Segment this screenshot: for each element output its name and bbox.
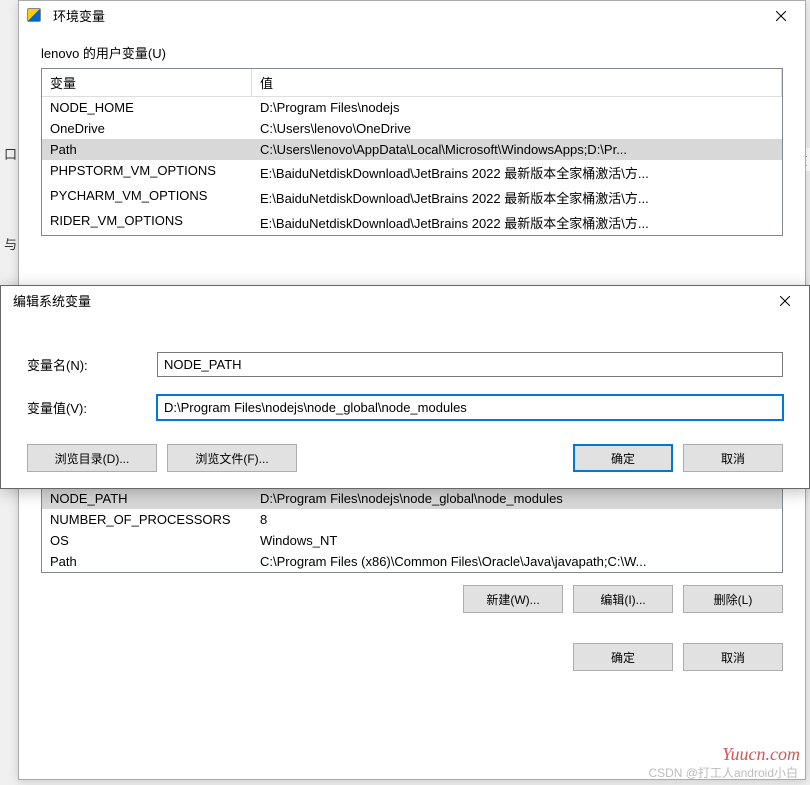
cell-value: E:\BaiduNetdiskDownload\JetBrains 2022 最… (252, 213, 782, 232)
column-header-value[interactable]: 值 (252, 69, 782, 96)
cancel-button[interactable]: 取消 (683, 643, 783, 671)
cell-value: 8 (252, 512, 782, 527)
cell-value: C:\Users\lenovo\OneDrive (252, 121, 782, 136)
cell-value: E:\BaiduNetdiskDownload\JetBrains 2022 最… (252, 188, 782, 207)
table-row[interactable]: NODE_PATHD:\Program Files\nodejs\node_gl… (42, 488, 782, 509)
column-header-variable[interactable]: 变量 (42, 69, 252, 96)
variable-value-input[interactable] (157, 395, 783, 420)
cell-variable: OneDrive (42, 121, 252, 136)
table-row[interactable]: OneDriveC:\Users\lenovo\OneDrive (42, 118, 782, 139)
cancel-button[interactable]: 取消 (683, 444, 783, 472)
delete-button[interactable]: 删除(L) (683, 585, 783, 613)
cell-variable: NUMBER_OF_PROCESSORS (42, 512, 252, 527)
browse-dir-button[interactable]: 浏览目录(D)... (27, 444, 157, 472)
edit-button[interactable]: 编辑(I)... (573, 585, 673, 613)
edit-dialog-title: 编辑系统变量 (9, 291, 765, 310)
table-row[interactable]: PathC:\Program Files (x86)\Common Files\… (42, 551, 782, 572)
variable-name-input[interactable] (157, 352, 783, 377)
cell-variable: NODE_PATH (42, 491, 252, 506)
ok-button[interactable]: 确定 (573, 643, 673, 671)
new-button[interactable]: 新建(W)... (463, 585, 563, 613)
cell-value: E:\BaiduNetdiskDownload\JetBrains 2022 最… (252, 163, 782, 182)
table-row[interactable]: NODE_HOMED:\Program Files\nodejs (42, 97, 782, 118)
table-row[interactable]: RIDER_VM_OPTIONSE:\BaiduNetdiskDownload\… (42, 210, 782, 235)
user-vars-listbox[interactable]: 变量 值 NODE_HOMED:\Program Files\nodejsOne… (42, 69, 782, 235)
browse-file-button[interactable]: 浏览文件(F)... (167, 444, 297, 472)
user-vars-group-label: lenovo 的用户变量(U) (41, 43, 783, 62)
cell-value: D:\Program Files\nodejs (252, 100, 782, 115)
table-row[interactable]: NUMBER_OF_PROCESSORS8 (42, 509, 782, 530)
close-button[interactable] (765, 287, 805, 315)
table-row[interactable]: OSWindows_NT (42, 530, 782, 551)
shield-icon (27, 8, 43, 24)
ok-button[interactable]: 确定 (573, 444, 673, 472)
variable-name-label: 变量名(N): (27, 355, 157, 374)
env-dialog-titlebar: 环境变量 (19, 1, 805, 31)
cell-value: C:\Users\lenovo\AppData\Local\Microsoft\… (252, 142, 782, 157)
edit-system-variable-dialog: 编辑系统变量 变量名(N): 变量值(V): 浏览目录(D)... 浏览文件(F… (0, 285, 810, 489)
listbox-header: 变量 值 (42, 69, 782, 97)
close-button[interactable] (761, 2, 801, 30)
cell-variable: NODE_HOME (42, 100, 252, 115)
variable-value-label: 变量值(V): (27, 398, 157, 417)
edit-dialog-titlebar: 编辑系统变量 (1, 286, 809, 316)
cell-variable: PYCHARM_VM_OPTIONS (42, 188, 252, 207)
cell-value: Windows_NT (252, 533, 782, 548)
cell-value: D:\Program Files\nodejs\node_global\node… (252, 491, 782, 506)
cell-variable: Path (42, 142, 252, 157)
cell-variable: OS (42, 533, 252, 548)
cell-variable: Path (42, 554, 252, 569)
cell-value: C:\Program Files (x86)\Common Files\Orac… (252, 554, 782, 569)
table-row[interactable]: PathC:\Users\lenovo\AppData\Local\Micros… (42, 139, 782, 160)
table-row[interactable]: PHPSTORM_VM_OPTIONSE:\BaiduNetdiskDownlo… (42, 160, 782, 185)
cell-variable: RIDER_VM_OPTIONS (42, 213, 252, 232)
close-icon (780, 296, 790, 306)
env-dialog-title: 环境变量 (49, 6, 761, 25)
cell-variable: PHPSTORM_VM_OPTIONS (42, 163, 252, 182)
table-row[interactable]: PYCHARM_VM_OPTIONSE:\BaiduNetdiskDownloa… (42, 185, 782, 210)
close-icon (776, 11, 786, 21)
